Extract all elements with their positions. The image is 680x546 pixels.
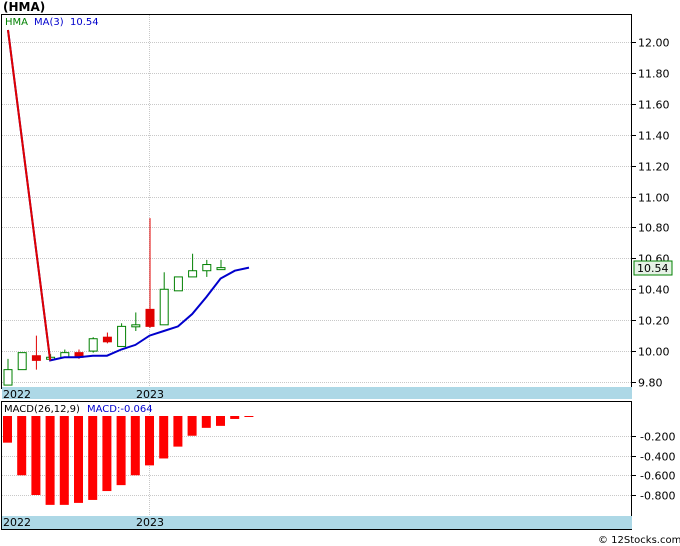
macd-bar <box>74 416 83 503</box>
macd-bar <box>159 416 169 459</box>
candle-body <box>17 352 27 371</box>
macd-tick-label: -0.800 <box>640 490 675 503</box>
price-x-label-2022: 2022 <box>3 388 31 401</box>
candle <box>17 352 27 371</box>
chart-title: (HMA) <box>3 0 45 14</box>
price-panel: 12.0011.8011.6011.4011.2011.0010.8010.60… <box>1 14 673 401</box>
legend-ma-value: 10.54 <box>70 17 99 28</box>
price-tick-label: 11.00 <box>638 192 670 205</box>
stock-chart: (HMA) 12.00 11.80 11.60 11.40 11.20 11.00 10.8… <box>1 0 680 546</box>
macd-bar <box>130 416 140 476</box>
macd-bar <box>187 416 197 436</box>
price-tick-label: 11.60 <box>638 99 670 112</box>
macd-bar <box>230 416 240 419</box>
macd-x-label-2022: 2022 <box>3 516 31 529</box>
price-tick-label: 12.00 <box>638 37 670 50</box>
macd-bar <box>145 416 154 466</box>
legend-macd-label: MACD(26,12,9) <box>4 404 80 415</box>
watermark: © 12Stocks.com <box>598 535 680 546</box>
macd-x-label-2023: 2023 <box>136 516 164 529</box>
macd-panel: -0.200 -0.400 -0.600 -0.800 MACD(26,12,9) M… <box>1 401 675 530</box>
candle-body <box>102 336 112 343</box>
price-tick-label: 10.40 <box>638 284 670 297</box>
candle-body <box>159 288 169 326</box>
macd-bar <box>216 416 225 426</box>
macd-bar <box>88 416 98 500</box>
legend-ticker: HMA <box>5 17 28 28</box>
macd-tick-label: -0.600 <box>640 470 675 483</box>
price-x-label-2023: 2023 <box>136 388 164 401</box>
candle <box>117 323 127 347</box>
price-badge-value: 10.54 <box>637 262 669 275</box>
macd-bar <box>17 416 27 476</box>
candle-body <box>145 308 155 327</box>
macd-y-axis: -0.200 -0.400 -0.600 -0.800 <box>631 431 675 503</box>
macd-bar <box>59 416 69 505</box>
candle-body <box>31 355 41 361</box>
candle-body <box>216 267 226 271</box>
candle-body <box>3 369 13 386</box>
candle-body <box>117 325 127 347</box>
macd-bar <box>244 416 254 417</box>
candle-body <box>188 270 198 278</box>
macd-bar <box>116 416 126 486</box>
candle-body <box>202 264 212 272</box>
price-tick-label: 11.40 <box>638 130 670 143</box>
price-date-band <box>2 387 632 399</box>
legend-macd-value: MACD:-0.064 <box>87 404 153 415</box>
macd-bar <box>45 416 55 505</box>
price-panel-frame <box>1 14 632 389</box>
macd-tick-label: -0.400 <box>640 451 675 464</box>
candle-body <box>173 276 183 292</box>
price-y-axis: 12.0011.8011.6011.4011.2011.0010.8010.60… <box>631 37 670 390</box>
macd-bar <box>201 416 211 428</box>
price-tick-label: 10.20 <box>638 315 670 328</box>
price-tick-label: 10.80 <box>638 222 670 235</box>
price-tick-label: 10.00 <box>638 346 670 359</box>
candle <box>173 276 183 292</box>
macd-bar <box>3 416 12 443</box>
macd-bar <box>31 416 41 495</box>
candle <box>88 337 98 353</box>
legend-ma-label: MA(3) <box>34 17 64 28</box>
price-tick-label: 9.80 <box>638 377 663 390</box>
macd-bar <box>102 416 112 492</box>
price-tick-label: 11.80 <box>638 68 670 81</box>
price-tick-label: 11.20 <box>638 161 670 174</box>
candle-body <box>88 338 98 352</box>
candle-body <box>131 324 141 328</box>
macd-date-band <box>2 516 632 529</box>
macd-bar <box>173 416 183 447</box>
macd-tick-label: -0.200 <box>640 431 675 444</box>
